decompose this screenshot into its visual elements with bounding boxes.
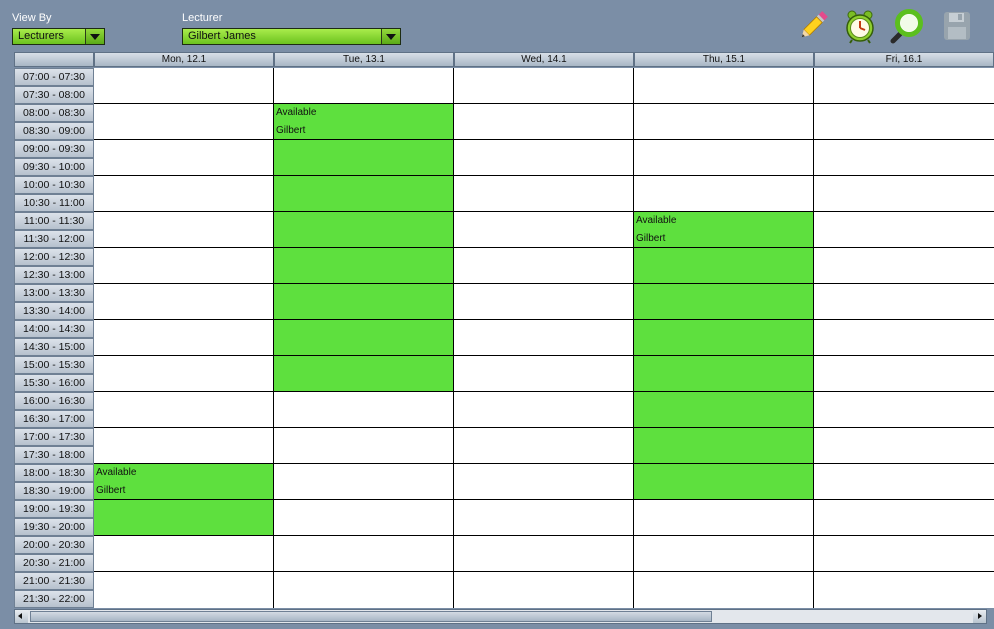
scroll-thumb[interactable] (30, 611, 712, 622)
time-slot-label: 19:30 - 20:00 (14, 518, 94, 536)
day-header-tue[interactable]: Tue, 13.1 (274, 52, 454, 67)
pencil-icon (801, 11, 828, 38)
time-slot-label: 21:30 - 22:00 (14, 590, 94, 608)
time-slot-label: 20:00 - 20:30 (14, 536, 94, 554)
event-person: Gilbert (276, 125, 306, 136)
time-slot-label: 13:30 - 14:00 (14, 302, 94, 320)
time-slot-label: 15:00 - 15:30 (14, 356, 94, 374)
lecturer-dropdown[interactable]: Gilbert James (182, 28, 401, 45)
time-slot-label: 11:00 - 11:30 (14, 212, 94, 230)
time-slot-label: 09:30 - 10:00 (14, 158, 94, 176)
grid-line (94, 319, 994, 320)
view-by-dropdown[interactable]: Lecturers (12, 28, 105, 45)
time-slot-label: 14:30 - 15:00 (14, 338, 94, 356)
event-block-mon[interactable]: Available Gilbert (94, 464, 274, 536)
time-slot-label: 07:00 - 07:30 (14, 68, 94, 86)
day-header-row: Mon, 12.1 Tue, 13.1 Wed, 14.1 Thu, 15.1 … (14, 52, 994, 67)
grid-line (94, 463, 994, 464)
time-slot-label: 13:00 - 13:30 (14, 284, 94, 302)
grid-line (94, 283, 994, 284)
search-button[interactable] (890, 8, 924, 44)
time-slot-label: 14:00 - 14:30 (14, 320, 94, 338)
alarm-button[interactable] (843, 8, 877, 44)
scroll-right-icon[interactable] (973, 610, 986, 623)
time-slot-label: 15:30 - 16:00 (14, 374, 94, 392)
grid-line (453, 68, 454, 608)
time-slot-label: 08:00 - 08:30 (14, 104, 94, 122)
time-slot-label: 18:00 - 18:30 (14, 464, 94, 482)
event-person: Gilbert (96, 485, 126, 496)
time-slot-label: 11:30 - 12:00 (14, 230, 94, 248)
time-slot-label: 09:00 - 09:30 (14, 140, 94, 158)
save-button[interactable] (940, 8, 974, 44)
event-block-thu[interactable]: Available Gilbert (634, 212, 814, 500)
time-slot-label: 17:30 - 18:00 (14, 446, 94, 464)
header-corner (14, 52, 94, 67)
day-header-fri[interactable]: Fri, 16.1 (814, 52, 994, 67)
time-slot-label: 20:30 - 21:00 (14, 554, 94, 572)
grid-line (94, 499, 994, 500)
time-slot-label: 07:30 - 08:00 (14, 86, 94, 104)
day-header-wed[interactable]: Wed, 14.1 (454, 52, 634, 67)
grid-line (94, 247, 994, 248)
grid-line (94, 175, 994, 176)
event-title: Available (636, 215, 677, 226)
event-title: Available (276, 107, 317, 118)
grid-line (813, 68, 814, 608)
event-person: Gilbert (636, 233, 666, 244)
day-header-thu[interactable]: Thu, 15.1 (634, 52, 814, 67)
calendar-grid[interactable]: Available Gilbert Available Gilbert Avai… (94, 68, 994, 608)
time-slot-label: 17:00 - 17:30 (14, 428, 94, 446)
grid-line (94, 391, 994, 392)
day-header-mon[interactable]: Mon, 12.1 (94, 52, 274, 67)
time-slot-label: 10:00 - 10:30 (14, 176, 94, 194)
time-slot-label: 10:30 - 11:00 (14, 194, 94, 212)
grid-line (94, 571, 994, 572)
magnifier-icon (890, 9, 923, 44)
edit-button[interactable] (796, 8, 830, 44)
alarm-clock-icon (846, 10, 874, 44)
grid-line (94, 139, 994, 140)
grid-line (94, 355, 994, 356)
time-slot-label: 18:30 - 19:00 (14, 482, 94, 500)
chevron-down-icon[interactable] (381, 29, 400, 44)
event-title: Available (96, 467, 137, 478)
grid-line (273, 68, 274, 608)
horizontal-scrollbar[interactable] (14, 609, 987, 624)
lecturer-label: Lecturer (182, 12, 223, 24)
grid-line (94, 427, 994, 428)
view-by-value: Lecturers (18, 30, 64, 42)
time-slot-label: 19:00 - 19:30 (14, 500, 94, 518)
time-slot-label: 12:00 - 12:30 (14, 248, 94, 266)
time-slot-label: 08:30 - 09:00 (14, 122, 94, 140)
event-block-tue[interactable]: Available Gilbert (274, 104, 454, 392)
time-slot-label: 16:00 - 16:30 (14, 392, 94, 410)
grid-line (94, 103, 994, 104)
floppy-disk-icon (944, 12, 970, 40)
time-slot-label: 21:00 - 21:30 (14, 572, 94, 590)
grid-line (94, 535, 994, 536)
lecturer-value: Gilbert James (188, 30, 256, 42)
chevron-down-icon[interactable] (85, 29, 104, 44)
scroll-left-icon[interactable] (15, 610, 28, 623)
view-by-label: View By (12, 12, 52, 24)
grid-line (94, 211, 994, 212)
time-slot-label: 12:30 - 13:00 (14, 266, 94, 284)
grid-line (633, 68, 634, 608)
time-slot-label: 16:30 - 17:00 (14, 410, 94, 428)
